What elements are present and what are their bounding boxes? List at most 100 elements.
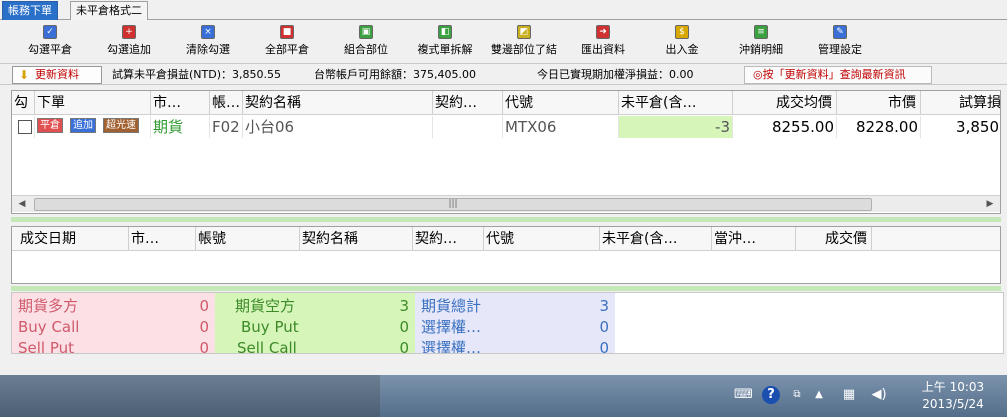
check-close-button[interactable]: ✓ 勾選平倉 <box>11 25 89 61</box>
refresh-button[interactable]: ⬇ 更新資料 <box>12 66 102 84</box>
col-check[interactable]: 勾 <box>12 91 35 115</box>
col-trade-daytrade[interactable]: 當沖… <box>712 227 796 251</box>
row-pl: 3,850 <box>921 116 1000 138</box>
scroll-right-icon[interactable]: ▶ <box>984 198 996 210</box>
col-trade-account[interactable]: 帳號 <box>196 227 300 251</box>
row-close-button[interactable]: 平倉 <box>37 118 63 133</box>
unrealized-pl-text: 試算未平倉損益(NTD)：3,850.55 <box>112 68 281 81</box>
row-checkbox[interactable] <box>18 120 32 134</box>
col-trade-date[interactable]: 成交日期 <box>12 227 129 251</box>
app-window: 帳務下單 未平倉格式二 ✓ 勾選平倉 + 勾選追加 × 清除勾選 ■ 全部平倉 … <box>0 0 1007 417</box>
col-market[interactable]: 市… <box>151 91 210 115</box>
col-trade-code[interactable]: 代號 <box>484 227 600 251</box>
scroll-left-icon[interactable]: ◀ <box>16 198 28 210</box>
summary-row: 選擇權… 0 <box>421 318 609 336</box>
down-arrow-icon: ⬇ <box>19 68 30 82</box>
keyboard-icon[interactable]: ⌨ <box>734 386 753 404</box>
positions-grid: 勾 下單 市… 帳… 契約名稱 契約… 代號 未平倉(含… 成交均價 市價 試算… <box>11 90 1001 214</box>
help-icon[interactable]: ? <box>762 386 780 404</box>
row-fast-order-button[interactable]: 超光速 <box>103 118 139 133</box>
status-bar: ⬇ 更新資料 試算未平倉損益(NTD)：3,850.55 台幣帳戶可用餘額：37… <box>0 63 1007 85</box>
settings-button[interactable]: ✎ 管理設定 <box>801 25 879 61</box>
language-icon[interactable]: ⧉ <box>788 386 806 404</box>
money-transfer-button[interactable]: $ 出入金 <box>643 25 721 61</box>
summary-long-block: 期貨多方 0 Buy Call 0 Sell Put 0 <box>12 293 215 354</box>
split-order-button[interactable]: ◧ 複式單拆解 <box>406 25 484 61</box>
row-avg-price: 8255.00 <box>733 116 837 138</box>
checklist-close-icon: ✓ <box>43 25 57 39</box>
clear-check-button[interactable]: × 清除勾選 <box>169 25 247 61</box>
summary-row: 期貨多方 0 <box>18 297 209 315</box>
toolbar: ✓ 勾選平倉 + 勾選追加 × 清除勾選 ■ 全部平倉 ▣ 組合部位 ◧ 複式單… <box>0 21 1007 63</box>
col-pl[interactable]: 試算損 <box>921 91 1000 115</box>
trades-header: 成交日期 市… 帳號 契約名稱 契約… 代號 未平倉(含… 當沖… 成交價 <box>12 227 1000 251</box>
export-data-icon: ➜ <box>596 25 610 39</box>
col-trade-price[interactable]: 成交價 <box>796 227 872 251</box>
show-hidden-icons-icon[interactable]: ▲ <box>810 386 828 404</box>
summary-row: Sell Call 0 <box>237 339 409 354</box>
table-row[interactable]: 平倉 追加 超光速 期貨 F02 小台06 MTX06 -3 8255.00 8… <box>12 116 1000 138</box>
close-all-button[interactable]: ■ 全部平倉 <box>248 25 326 61</box>
scroll-thumb[interactable]: ||| <box>34 198 872 211</box>
taskbar-app-area[interactable] <box>0 375 380 417</box>
row-contract-name: 小台06 <box>243 116 433 138</box>
col-account[interactable]: 帳… <box>210 91 243 115</box>
money-transfer-icon: $ <box>675 25 689 39</box>
positions-header: 勾 下單 市… 帳… 契約名稱 契約… 代號 未平倉(含… 成交均價 市價 試算… <box>12 91 1000 115</box>
close-all-icon: ■ <box>280 25 294 39</box>
offset-detail-button[interactable]: ≡ 沖銷明細 <box>722 25 800 61</box>
col-open-qty[interactable]: 未平倉(含… <box>619 91 733 115</box>
available-balance-text: 台幣帳戶可用餘額：375,405.00 <box>314 68 476 81</box>
volume-icon[interactable]: ◀) <box>870 386 888 404</box>
row-contract-month <box>433 116 503 138</box>
splitter-top[interactable] <box>11 217 1001 222</box>
horizontal-scrollbar[interactable]: ◀ ||| ▶ <box>12 195 1000 212</box>
system-clock[interactable]: 上午 10:03 2013/5/24 <box>905 379 1001 413</box>
row-open-qty: -3 <box>619 116 733 138</box>
split-order-icon: ◧ <box>438 25 452 39</box>
settle-both-icon: ◩ <box>517 25 531 39</box>
col-code[interactable]: 代號 <box>503 91 619 115</box>
col-trade-contract-month[interactable]: 契約… <box>413 227 484 251</box>
col-contract-month[interactable]: 契約… <box>433 91 503 115</box>
settings-icon: ✎ <box>833 25 847 39</box>
network-icon[interactable]: ▦ <box>840 386 858 404</box>
col-trade-contract-name[interactable]: 契約名稱 <box>300 227 413 251</box>
trades-grid: 成交日期 市… 帳號 契約名稱 契約… 代號 未平倉(含… 當沖… 成交價 <box>11 226 1001 284</box>
summary-row: Sell Put 0 <box>18 339 209 354</box>
tab-bar: 帳務下單 未平倉格式二 <box>0 0 1007 20</box>
splitter-bottom[interactable] <box>11 286 1001 291</box>
col-trade-open-qty[interactable]: 未平倉(含… <box>600 227 712 251</box>
combine-position-icon: ▣ <box>359 25 373 39</box>
col-contract-name[interactable]: 契約名稱 <box>243 91 433 115</box>
row-account: F02 <box>210 116 243 138</box>
col-trade-market[interactable]: 市… <box>129 227 196 251</box>
position-summary: 期貨多方 0 Buy Call 0 Sell Put 0 期貨空方 3 Buy Put 0… <box>11 292 1004 354</box>
summary-row: 選擇權… 0 <box>421 339 609 354</box>
checklist-add-icon: + <box>122 25 136 39</box>
windows-taskbar: ⌨ ? ⧉ ▲ ▦ ◀) 上午 10:03 2013/5/24 <box>0 375 1007 417</box>
export-data-button[interactable]: ➜ 匯出資料 <box>564 25 642 61</box>
col-order[interactable]: 下單 <box>35 91 151 115</box>
summary-row: 期貨空方 3 <box>235 297 409 315</box>
summary-row: Buy Call 0 <box>18 318 209 336</box>
row-market: 期貨 <box>151 116 210 138</box>
summary-total-block: 期貨總計 3 選擇權… 0 選擇權… 0 <box>415 293 615 354</box>
summary-row: 期貨總計 3 <box>421 297 609 315</box>
refresh-hint: ◎按「更新資料」查詢最新資訊 <box>744 66 932 84</box>
check-add-button[interactable]: + 勾選追加 <box>90 25 168 61</box>
summary-short-block: 期貨空方 3 Buy Put 0 Sell Call 0 <box>215 293 415 354</box>
summary-row: Buy Put 0 <box>241 318 409 336</box>
settle-both-button[interactable]: ◩ 雙邊部位了結 <box>485 25 563 61</box>
col-avg-price[interactable]: 成交均價 <box>733 91 837 115</box>
offset-detail-icon: ≡ <box>754 25 768 39</box>
row-add-button[interactable]: 追加 <box>70 118 96 133</box>
combine-position-button[interactable]: ▣ 組合部位 <box>327 25 405 61</box>
col-market-price[interactable]: 市價 <box>837 91 921 115</box>
realized-today-text: 今日已實現期加權淨損益：0.00 <box>537 68 694 81</box>
clear-check-icon: × <box>201 25 215 39</box>
row-code: MTX06 <box>503 116 619 138</box>
tab-open-position-format2[interactable]: 未平倉格式二 <box>70 1 148 20</box>
row-market-price: 8228.00 <box>837 116 921 138</box>
tab-account-order[interactable]: 帳務下單 <box>2 1 58 20</box>
